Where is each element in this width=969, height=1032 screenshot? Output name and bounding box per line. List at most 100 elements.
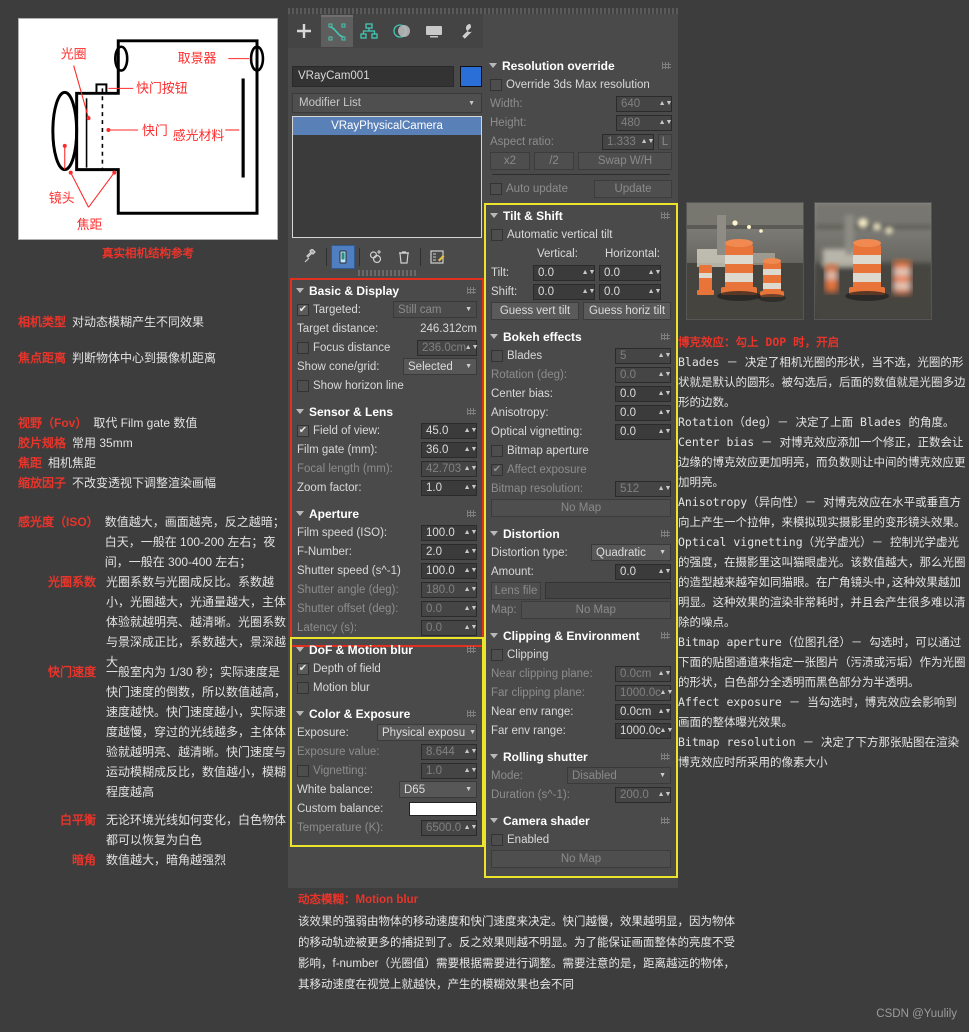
fov-spinner[interactable]: 45.0 ▲▼	[421, 422, 477, 439]
spinner-arrows-icon[interactable]: ▲▼	[464, 764, 478, 778]
spinner-arrows-icon[interactable]: ▲▼	[658, 705, 672, 719]
spinner-arrows-icon[interactable]: ▲▼	[658, 788, 672, 802]
tilt-vertical-spinner[interactable]: 0.0 ▲▼	[533, 264, 596, 281]
spinner-arrows-icon[interactable]: ▲▼	[658, 425, 672, 439]
auto-update-checkbox[interactable]	[490, 182, 502, 195]
distortion-type-dropdown[interactable]: Quadratic ▼	[591, 544, 671, 561]
rollout-header-dof-motion-blur[interactable]: DoF & Motion blur	[293, 640, 481, 659]
make-unique-icon[interactable]	[364, 245, 388, 269]
tab-display[interactable]	[418, 15, 451, 47]
guess-vert-tilt-button[interactable]: Guess vert tilt	[491, 301, 579, 320]
rollout-header-camera-shader[interactable]: Camera shader	[487, 811, 675, 830]
object-color-swatch[interactable]	[460, 66, 482, 87]
spinner-arrows-icon[interactable]: ▲▼	[648, 266, 662, 280]
clipping-checkbox[interactable]	[491, 648, 503, 661]
spinner-arrows-icon[interactable]: ▲▼	[464, 443, 478, 457]
white-balance-dropdown[interactable]: D65 ▼	[399, 781, 477, 798]
tab-hierarchy[interactable]	[353, 15, 386, 47]
distortion-map-button[interactable]: No Map	[520, 600, 671, 619]
x2-button[interactable]: x2	[490, 151, 530, 170]
bitmap-resolution-spinner[interactable]: 512 ▲▼	[615, 480, 672, 497]
camera-shader-enabled-checkbox[interactable]	[491, 833, 503, 846]
spinner-arrows-icon[interactable]: ▲▼	[658, 349, 672, 363]
guess-horiz-tilt-button[interactable]: Guess horiz tilt	[583, 301, 671, 320]
width-spinner[interactable]: 640 ▲▼	[616, 95, 673, 112]
lens-file-input[interactable]	[545, 582, 671, 599]
aspect-lock-button[interactable]: L	[658, 133, 672, 150]
rollout-header-color-exposure[interactable]: Color & Exposure	[293, 704, 481, 723]
spinner-arrows-icon[interactable]: ▲▼	[464, 526, 478, 540]
depth-of-field-checkbox[interactable]: ✔	[297, 662, 309, 675]
focal-length-spinner[interactable]: 42.703 ▲▼	[421, 460, 478, 477]
spinner-arrows-icon[interactable]: ▲▼	[464, 564, 478, 578]
spinner-arrows-icon[interactable]: ▲▼	[464, 621, 478, 635]
vignetting-spinner[interactable]: 1.0 ▲▼	[421, 762, 478, 779]
lens-file-button[interactable]: Lens file	[491, 581, 541, 600]
spinner-arrows-icon[interactable]: ▲▼	[659, 97, 673, 111]
vignetting-checkbox[interactable]	[297, 764, 309, 777]
fnumber-spinner[interactable]: 2.0 ▲▼	[421, 543, 477, 560]
show-end-result-icon[interactable]	[331, 245, 355, 269]
rollout-header-distortion[interactable]: Distortion	[487, 524, 675, 543]
spinner-arrows-icon[interactable]: ▲▼	[658, 482, 672, 496]
iso-spinner[interactable]: 100.0 ▲▼	[421, 524, 478, 541]
spinner-arrows-icon[interactable]: ▲▼	[464, 745, 478, 759]
modifier-stack-item[interactable]: VRayPhysicalCamera	[293, 117, 481, 135]
rolling-mode-dropdown[interactable]: Disabled ▼	[567, 767, 671, 784]
spinner-arrows-icon[interactable]: ▲▼	[658, 667, 672, 681]
rollout-header-basic-display[interactable]: Basic & Display	[293, 281, 481, 300]
center-bias-spinner[interactable]: 0.0 ▲▼	[615, 385, 672, 402]
swap-wh-button[interactable]: Swap W/H	[578, 151, 672, 170]
auto-vertical-tilt-checkbox[interactable]	[491, 228, 503, 241]
tab-create[interactable]	[288, 15, 321, 47]
optical-vignetting-spinner[interactable]: 0.0 ▲▼	[615, 423, 672, 440]
spinner-arrows-icon[interactable]: ▲▼	[582, 266, 596, 280]
latency-spinner[interactable]: 0.0 ▲▼	[421, 619, 478, 636]
targeted-checkbox[interactable]: ✔	[297, 303, 309, 316]
tab-modify[interactable]	[320, 15, 353, 47]
spinner-arrows-icon[interactable]: ▲▼	[660, 686, 674, 700]
modifier-list-dropdown[interactable]: Modifier List ▼	[292, 93, 482, 113]
motion-blur-checkbox[interactable]	[297, 681, 309, 694]
height-spinner[interactable]: 480 ▲▼	[616, 114, 673, 131]
spinner-arrows-icon[interactable]: ▲▼	[464, 821, 478, 835]
configure-sets-icon[interactable]	[425, 245, 449, 269]
spinner-arrows-icon[interactable]: ▲▼	[648, 285, 662, 299]
spinner-arrows-icon[interactable]: ▲▼	[658, 387, 672, 401]
override-resolution-checkbox[interactable]	[490, 78, 502, 91]
rollout-header-rolling-shutter[interactable]: Rolling shutter	[487, 747, 675, 766]
spinner-arrows-icon[interactable]: ▲▼	[660, 724, 674, 738]
tab-utilities[interactable]	[451, 15, 484, 47]
shutter-angle-spinner[interactable]: 180.0 ▲▼	[421, 581, 478, 598]
tab-motion[interactable]	[386, 15, 419, 47]
shutter-offset-spinner[interactable]: 0.0 ▲▼	[421, 600, 477, 617]
remove-modifier-icon[interactable]	[392, 245, 416, 269]
spinner-arrows-icon[interactable]: ▲▼	[465, 341, 479, 355]
shift-horizontal-spinner[interactable]: 0.0 ▲▼	[599, 283, 662, 300]
blades-checkbox[interactable]	[491, 349, 503, 362]
shift-vertical-spinner[interactable]: 0.0 ▲▼	[533, 283, 595, 300]
anisotropy-spinner[interactable]: 0.0 ▲▼	[615, 404, 671, 421]
spinner-arrows-icon[interactable]: ▲▼	[464, 583, 478, 597]
rollout-header-bokeh-effects[interactable]: Bokeh effects	[487, 327, 675, 346]
spinner-arrows-icon[interactable]: ▲▼	[659, 116, 673, 130]
focus-distance-checkbox[interactable]	[297, 341, 309, 354]
panel-resize-grip[interactable]	[358, 270, 416, 276]
custom-balance-color-swatch[interactable]	[409, 801, 477, 816]
object-name-input[interactable]: VRayCam001	[292, 66, 454, 87]
camera-shader-map-button[interactable]: No Map	[491, 849, 671, 868]
fov-checkbox[interactable]: ✔	[297, 424, 309, 437]
tilt-horizontal-spinner[interactable]: 0.0 ▲▼	[599, 264, 662, 281]
rollout-header-clipping-environment[interactable]: Clipping & Environment	[487, 626, 675, 645]
show-cone-dropdown[interactable]: Selected ▼	[403, 358, 477, 375]
rollout-header-aperture[interactable]: Aperture	[293, 504, 481, 523]
spinner-arrows-icon[interactable]: ▲▼	[464, 462, 478, 476]
temperature-spinner[interactable]: 6500.0 ▲▼	[421, 819, 478, 836]
bitmap-aperture-checkbox[interactable]	[491, 444, 503, 457]
spinner-arrows-icon[interactable]: ▲▼	[658, 565, 672, 579]
far-env-spinner[interactable]: 1000.0c ▲▼	[615, 722, 674, 739]
far-clip-spinner[interactable]: 1000.0c ▲▼	[615, 684, 674, 701]
rotation-spinner[interactable]: 0.0 ▲▼	[615, 366, 671, 383]
near-clip-spinner[interactable]: 0.0cm ▲▼	[615, 665, 672, 682]
zoom-factor-spinner[interactable]: 1.0 ▲▼	[421, 479, 477, 496]
